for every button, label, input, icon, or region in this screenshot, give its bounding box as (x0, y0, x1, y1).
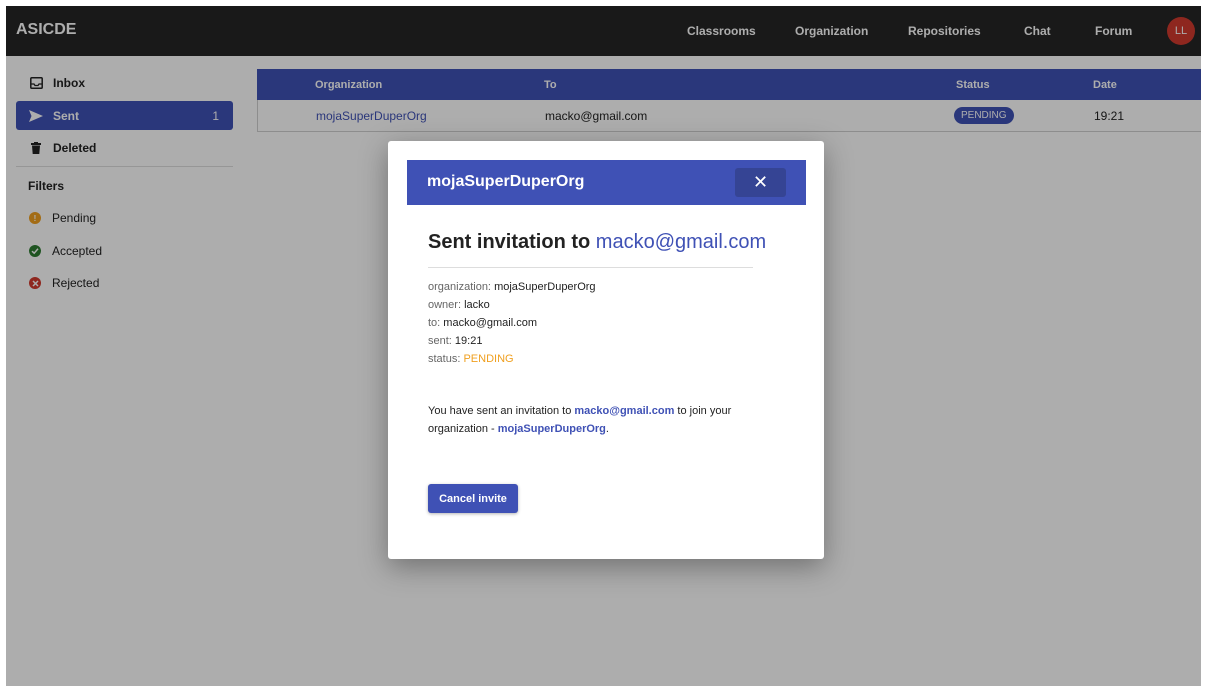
info-label: to: (428, 317, 441, 329)
info-organization: organization: mojaSuperDuperOrg (428, 281, 596, 293)
message-org-link[interactable]: mojaSuperDuperOrg (498, 423, 606, 435)
dialog-heading: Sent invitation to macko@gmail.com (428, 231, 766, 254)
info-sent: sent: 19:21 (428, 335, 482, 347)
close-button[interactable]: ✕ (735, 168, 786, 197)
message-end: . (605, 423, 609, 435)
invitation-message: You have sent an invitation to macko@gma… (428, 402, 768, 438)
info-value: 19:21 (454, 335, 483, 347)
status-value: PENDING (463, 353, 514, 365)
info-owner: owner: lacko (428, 299, 490, 311)
info-label: sent: (428, 335, 452, 347)
info-label: owner: (428, 299, 462, 311)
cancel-invite-button[interactable]: Cancel invite (428, 484, 518, 513)
info-value: lacko (464, 299, 490, 311)
dialog-title: mojaSuperDuperOrg (427, 173, 585, 190)
close-icon: ✕ (752, 172, 769, 192)
dialog-divider (428, 267, 753, 268)
info-to: to: macko@gmail.com (428, 317, 537, 329)
message-email-link[interactable]: macko@gmail.com (574, 405, 674, 417)
info-label: organization: (428, 281, 491, 293)
invitation-dialog: mojaSuperDuperOrg ✕ Sent invitation to m… (388, 141, 824, 559)
info-value: mojaSuperDuperOrg (494, 281, 596, 293)
info-label: status: (428, 353, 461, 365)
heading-text: Sent invitation to (428, 231, 591, 253)
app-window: ASICDE Classrooms Organization Repositor… (6, 6, 1201, 686)
heading-email: macko@gmail.com (595, 231, 767, 253)
dialog-header: mojaSuperDuperOrg ✕ (407, 160, 806, 205)
message-text: You have sent an invitation to (428, 405, 572, 417)
info-status: status: PENDING (428, 353, 514, 365)
info-value: macko@gmail.com (443, 317, 537, 329)
